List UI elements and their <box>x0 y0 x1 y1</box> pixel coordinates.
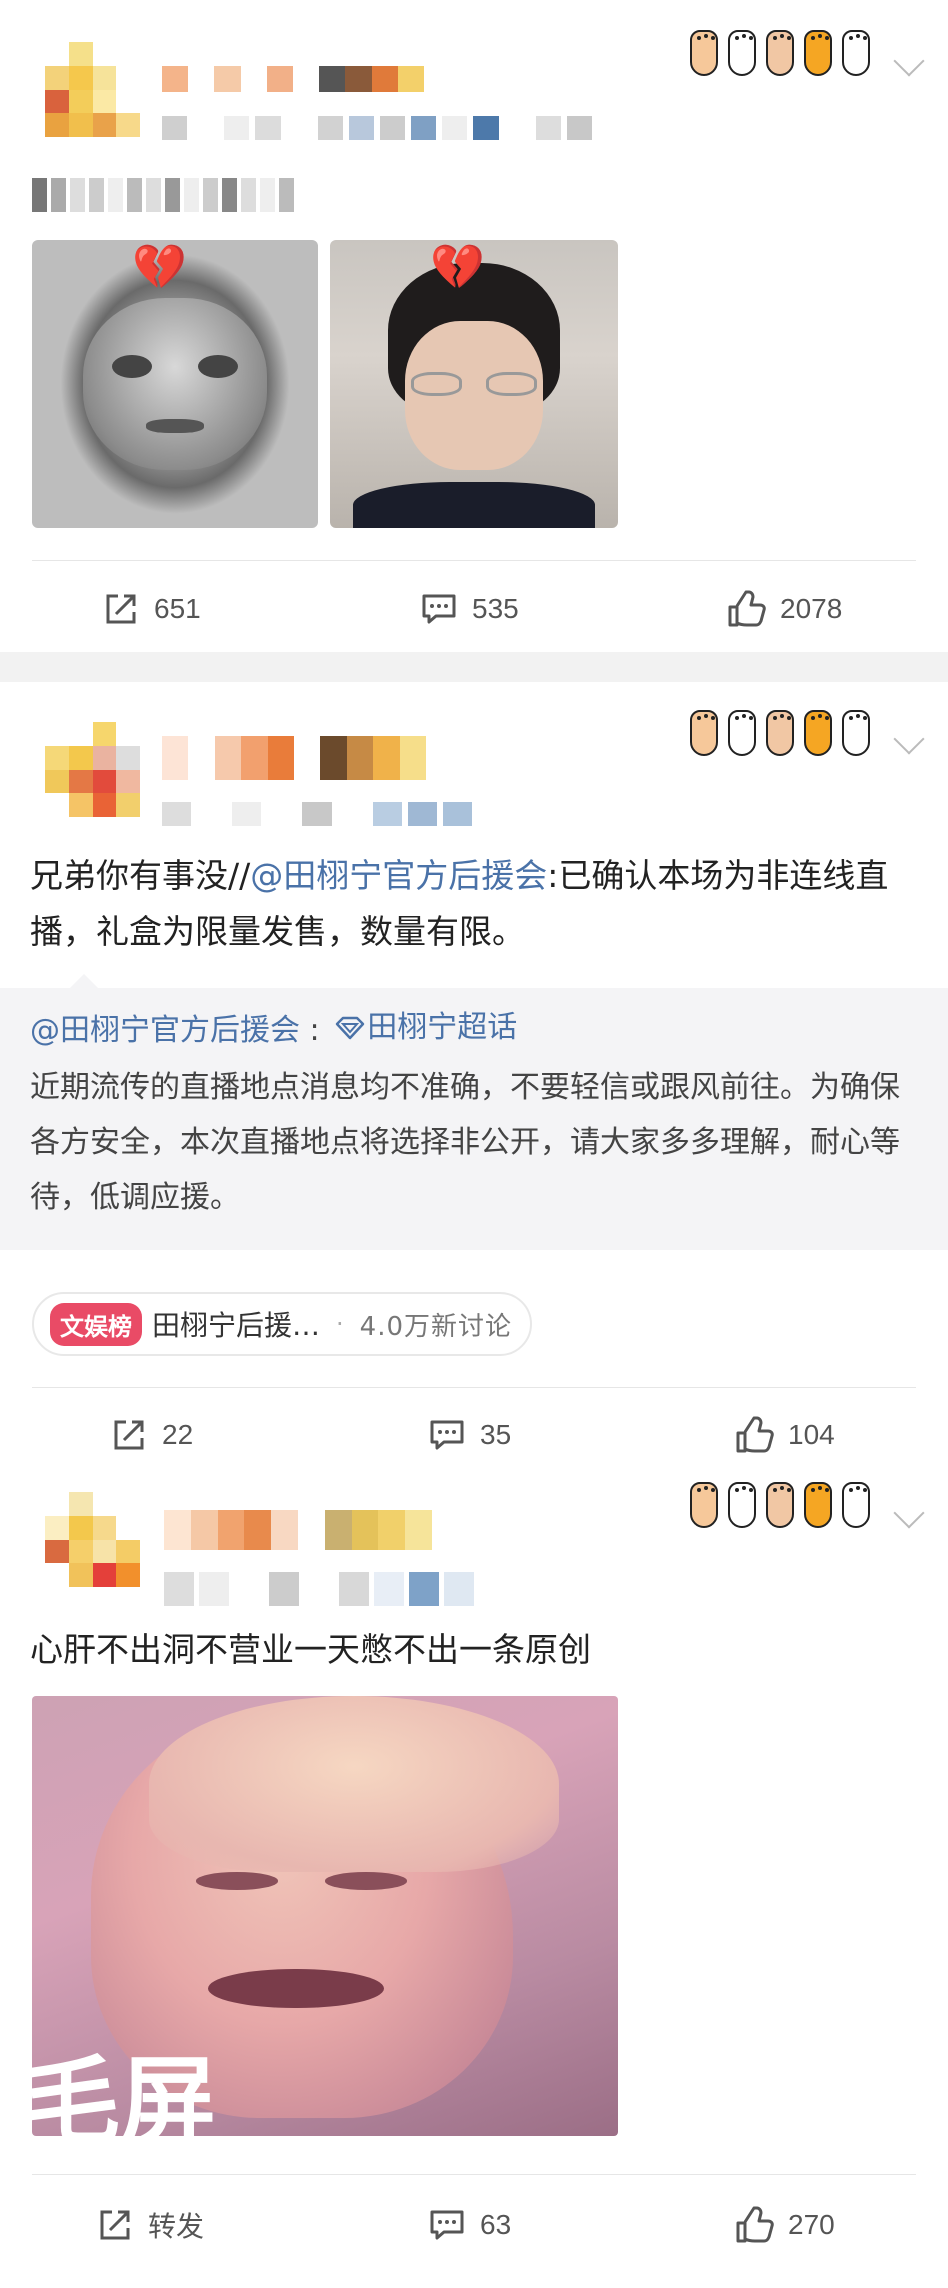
share-button[interactable]: 651 <box>102 574 201 644</box>
username-obscured[interactable] <box>162 736 426 780</box>
share-label: 转发 <box>148 2211 205 2242</box>
paw-icon <box>690 1482 718 1528</box>
share-count: 22 <box>162 1419 194 1450</box>
post-image-2[interactable]: 💔 <box>330 240 618 528</box>
post-text-prefix: 兄弟你有事没// <box>30 856 251 895</box>
action-bar: 转发 63 270 <box>0 2190 948 2260</box>
post-image-1[interactable]: 💔 <box>32 240 318 528</box>
paw-icon <box>804 710 832 756</box>
post-text: 兄弟你有事没//@田栩宁官方后援会:已确认本场为非连线直播，礼盒为限量发售，数量… <box>30 848 918 960</box>
repost-author-link[interactable]: @田栩宁官方后援会 <box>30 1013 300 1048</box>
comment-icon <box>420 590 458 628</box>
trending-topic-chip[interactable]: 文娱榜 田栩宁后援… · 4.0万新讨论 <box>32 1292 533 1356</box>
avatar[interactable] <box>45 42 140 137</box>
diamond-icon <box>335 1016 365 1040</box>
paw-icon <box>804 30 832 76</box>
post-meta-obscured <box>162 116 592 140</box>
divider <box>32 2174 916 2175</box>
paw-icon <box>690 710 718 756</box>
ranking-badge: 文娱榜 <box>50 1302 142 1346</box>
chip-separator: · <box>336 1310 344 1338</box>
paw-icon <box>728 710 756 756</box>
feed-post-2: 兄弟你有事没//@田栩宁官方后援会:已确认本场为非连线直播，礼盒为限量发售，数量… <box>0 682 948 1462</box>
share-button[interactable]: 22 <box>110 1400 193 1470</box>
paw-icon <box>804 1482 832 1528</box>
topic-label: 田栩宁超话 <box>367 1010 518 1045</box>
post-text-obscured <box>32 178 294 212</box>
decorative-paws <box>690 20 870 76</box>
paw-icon <box>766 30 794 76</box>
post-image-1[interactable]: 毛屏 <box>32 1696 618 2136</box>
decorative-paws <box>690 700 870 756</box>
like-count: 104 <box>788 1419 835 1450</box>
post-text: 心肝不出洞不营业一天憋不出一条原创 <box>30 1630 591 1669</box>
post-meta-obscured <box>164 1572 474 1606</box>
chevron-down-icon[interactable] <box>893 45 925 77</box>
like-count: 270 <box>788 2209 835 2240</box>
paw-icon <box>842 710 870 756</box>
repost-pointer <box>70 974 98 988</box>
divider <box>32 1387 916 1388</box>
chip-topic-name: 田栩宁后援… <box>152 1309 321 1342</box>
chevron-down-icon[interactable] <box>893 1497 925 1529</box>
share-count: 651 <box>154 593 201 624</box>
post-meta-obscured <box>162 802 472 826</box>
mention-link[interactable]: @田栩宁官方后援会 <box>250 856 547 895</box>
decorative-paws <box>690 1472 870 1528</box>
like-button[interactable]: 104 <box>734 1400 835 1470</box>
repost-box[interactable]: @田栩宁官方后援会 : 田栩宁超话 近期流传的直播地点消息均不准确，不要轻信或跟… <box>0 974 948 1250</box>
feed-post-3: 心肝不出洞不营业一天憋不出一条原创 毛屏 转发 63 270 <box>0 1462 948 2288</box>
chip-discussion-count: 4.0万新讨论 <box>359 1311 513 1342</box>
share-icon <box>110 1416 148 1454</box>
paw-icon <box>728 30 756 76</box>
repost-header: @田栩宁官方后援会 : 田栩宁超话 <box>30 1006 517 1053</box>
broken-heart-icon: 💔 <box>132 242 187 293</box>
comment-count: 535 <box>472 593 519 624</box>
feed-post-1: 💔 💔 651 535 2078 <box>0 0 948 652</box>
comment-button[interactable]: 63 <box>428 2190 511 2260</box>
thumbs-up-icon <box>726 589 766 629</box>
username-obscured[interactable] <box>164 1510 432 1550</box>
thumbs-up-icon <box>734 2205 774 2245</box>
topic-link[interactable]: 田栩宁超话 <box>329 1006 517 1050</box>
paw-icon <box>842 1482 870 1528</box>
share-button[interactable]: 转发 <box>96 2190 204 2260</box>
avatar[interactable] <box>45 722 140 817</box>
action-bar: 22 35 104 <box>0 1400 948 1470</box>
comment-count: 35 <box>480 1419 512 1450</box>
like-button[interactable]: 2078 <box>726 574 842 644</box>
comment-count: 63 <box>480 2209 512 2240</box>
like-count: 2078 <box>780 593 843 624</box>
action-bar: 651 535 2078 <box>0 574 948 644</box>
comment-button[interactable]: 35 <box>428 1400 511 1470</box>
share-icon <box>96 2206 134 2244</box>
paw-icon <box>766 710 794 756</box>
chevron-down-icon[interactable] <box>893 723 925 755</box>
like-button[interactable]: 270 <box>734 2190 835 2260</box>
paw-icon <box>728 1482 756 1528</box>
share-icon <box>102 590 140 628</box>
paw-icon <box>842 30 870 76</box>
repost-body: 近期流传的直播地点消息均不准确，不要轻信或跟风前往。为确保各方安全，本次直播地点… <box>30 1070 900 1215</box>
caption-fragment: 毛屏 <box>32 2046 216 2136</box>
divider <box>32 560 916 561</box>
avatar[interactable] <box>45 1492 140 1587</box>
comment-icon <box>428 1416 466 1454</box>
comment-button[interactable]: 535 <box>420 574 519 644</box>
paw-icon <box>690 30 718 76</box>
username-obscured[interactable] <box>162 66 424 92</box>
paw-icon <box>766 1482 794 1528</box>
broken-heart-icon: 💔 <box>430 242 485 293</box>
comment-icon <box>428 2206 466 2244</box>
thumbs-up-icon <box>734 1415 774 1455</box>
repost-separator: : <box>300 1013 320 1048</box>
